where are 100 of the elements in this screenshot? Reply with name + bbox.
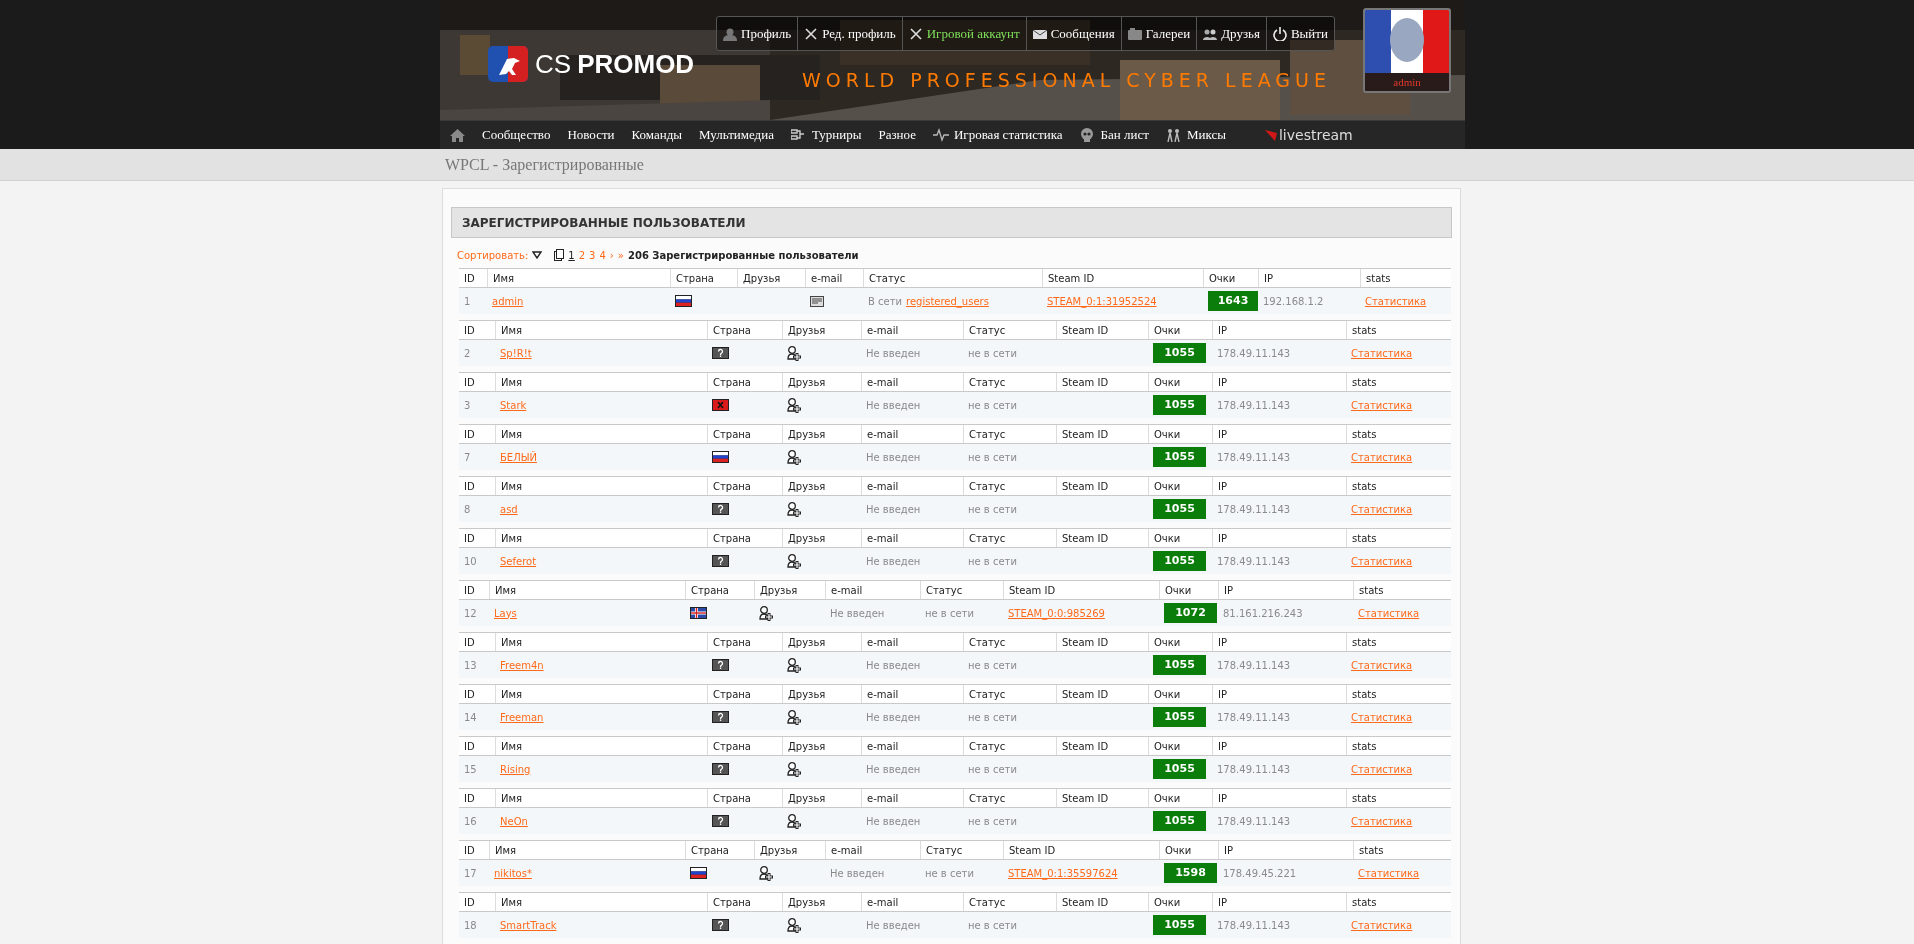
status-text: не в сети <box>968 398 1017 413</box>
add-friend-icon[interactable] <box>787 345 802 361</box>
panel-title: ЗАРЕГИСТРИРОВАННЫЕ ПОЛЬЗОВАТЕЛИ <box>462 214 746 232</box>
last-page-link[interactable]: » <box>617 247 624 263</box>
status-text: не в сети <box>968 658 1017 673</box>
username-link[interactable]: Seferot <box>500 553 537 569</box>
menu-link[interactable]: Ред. профиль <box>797 17 902 50</box>
column-header: Имя <box>495 633 707 651</box>
ip-address: 178.49.11.143 <box>1217 762 1291 777</box>
column-header: IP <box>1212 633 1346 651</box>
stats-link[interactable]: Статистика <box>1351 553 1413 569</box>
nav-link[interactable]: Бан лист <box>1079 125 1149 145</box>
stats-link[interactable]: Статистика <box>1351 345 1413 361</box>
add-friend-icon[interactable] <box>787 501 802 517</box>
group-link[interactable]: registered_users <box>906 293 989 309</box>
add-friend-icon[interactable] <box>787 761 802 777</box>
column-header: Друзья <box>782 425 861 443</box>
page-link[interactable]: 2 <box>578 247 586 263</box>
stats-link[interactable]: Статистика <box>1365 293 1427 309</box>
username-link[interactable]: БЕЛЫЙ <box>500 449 537 465</box>
stats-link[interactable]: Статистика <box>1351 449 1413 465</box>
stats-link[interactable]: Статистика <box>1351 813 1413 829</box>
nav-link[interactable]: Команды <box>631 125 683 145</box>
nav-link[interactable]: Миксы <box>1165 125 1226 145</box>
email-text: Не введен <box>866 502 921 517</box>
username-link[interactable]: Freeman <box>500 709 544 725</box>
menu-link[interactable]: Выйти <box>1265 17 1334 50</box>
username-link[interactable]: asd <box>500 501 518 517</box>
steam-id-link[interactable]: STEAM_0:1:35597624 <box>1008 865 1118 881</box>
username-link[interactable]: Stark <box>500 397 527 413</box>
page-link[interactable]: 3 <box>589 247 596 263</box>
add-friend-icon[interactable] <box>787 449 802 465</box>
nav-link[interactable]: Игровая статистика <box>932 125 1063 145</box>
column-header: ID <box>463 895 476 910</box>
username-link[interactable]: Freem4n <box>500 657 544 673</box>
stats-link[interactable]: Статистика <box>1351 397 1413 413</box>
stats-link[interactable]: Статистика <box>1351 917 1413 933</box>
email-text: Не введен <box>866 346 921 361</box>
stats-link[interactable]: Статистика <box>1351 709 1413 725</box>
column-header: Очки <box>1148 425 1212 443</box>
username-link[interactable]: Rising <box>500 761 531 777</box>
page-link[interactable]: 1 <box>568 247 575 263</box>
nav-link[interactable]: Сообщество <box>482 125 551 145</box>
livestream-link[interactable]: livestream <box>1264 124 1353 146</box>
username-link[interactable]: SmartTrack <box>500 917 557 933</box>
menu-link[interactable]: Профиль <box>717 17 798 50</box>
add-friend-icon[interactable] <box>787 553 802 569</box>
username-link[interactable]: Lays <box>494 605 517 621</box>
column-header: Статус <box>920 581 1003 599</box>
menu-link[interactable]: Сообщения <box>1025 17 1121 50</box>
column-header: IP <box>1212 789 1346 807</box>
nav-link[interactable]: Новости <box>567 125 615 145</box>
add-friend-icon[interactable] <box>787 917 802 933</box>
column-header: e-mail <box>825 581 920 599</box>
username-link[interactable]: admin <box>492 293 524 309</box>
username-link[interactable]: NeOn <box>500 813 528 829</box>
status-text: не в сети <box>968 918 1017 933</box>
menu-link[interactable]: Галереи <box>1120 17 1197 50</box>
avatar[interactable]: admin <box>1363 8 1451 93</box>
menu-link[interactable]: Друзья <box>1196 17 1266 50</box>
column-header: Имя <box>489 581 685 599</box>
add-friend-icon[interactable] <box>787 813 802 829</box>
page-link[interactable]: 4 <box>599 247 606 263</box>
nav-link[interactable]: Мультимедиа <box>699 125 774 145</box>
column-header: e-mail <box>861 685 963 703</box>
card-icon[interactable] <box>810 295 824 307</box>
column-header: Очки <box>1148 529 1212 547</box>
points-badge: 1055 <box>1153 655 1206 675</box>
username-link[interactable]: Sp!R!t <box>500 345 532 361</box>
add-friend-icon[interactable] <box>787 657 802 673</box>
home-icon[interactable] <box>450 128 465 142</box>
caret-icon[interactable] <box>532 251 543 259</box>
next-page-link[interactable]: › <box>609 247 614 263</box>
stats-link[interactable]: Статистика <box>1351 657 1413 673</box>
add-friend-icon[interactable] <box>759 605 774 621</box>
stats-link[interactable]: Статистика <box>1358 605 1420 621</box>
ip-address: 178.49.11.143 <box>1217 710 1291 725</box>
add-friend-icon[interactable] <box>787 397 802 413</box>
menu-link[interactable]: Игровой аккаунт <box>901 17 1026 50</box>
column-header: Страна <box>707 529 782 547</box>
steam-id-link[interactable]: STEAM_0:0:985269 <box>1008 605 1105 621</box>
stats-link[interactable]: Статистика <box>1358 865 1420 881</box>
points-badge: 1055 <box>1153 551 1206 571</box>
add-friend-icon[interactable] <box>787 709 802 725</box>
nav-link[interactable]: Турниры <box>790 125 862 145</box>
stats-link[interactable]: Статистика <box>1351 761 1413 777</box>
add-friend-icon[interactable] <box>759 865 774 881</box>
column-header: ID <box>463 323 476 338</box>
points-badge: 1598 <box>1164 863 1217 883</box>
ip-address: 178.49.11.143 <box>1217 450 1291 465</box>
nav-link[interactable]: Разное <box>878 125 916 145</box>
stats-link[interactable]: Статистика <box>1351 501 1413 517</box>
sort-link[interactable]: Сортировать: <box>457 247 529 263</box>
column-header: Steam ID <box>1056 737 1148 755</box>
username-link[interactable]: nikitos* <box>494 865 532 881</box>
column-header: ID <box>463 583 476 598</box>
column-header: Статус <box>920 841 1003 859</box>
steam-id-link[interactable]: STEAM_0:1:31952524 <box>1047 293 1157 309</box>
status-text: не в сети <box>968 346 1017 361</box>
column-header: Страна <box>707 685 782 703</box>
